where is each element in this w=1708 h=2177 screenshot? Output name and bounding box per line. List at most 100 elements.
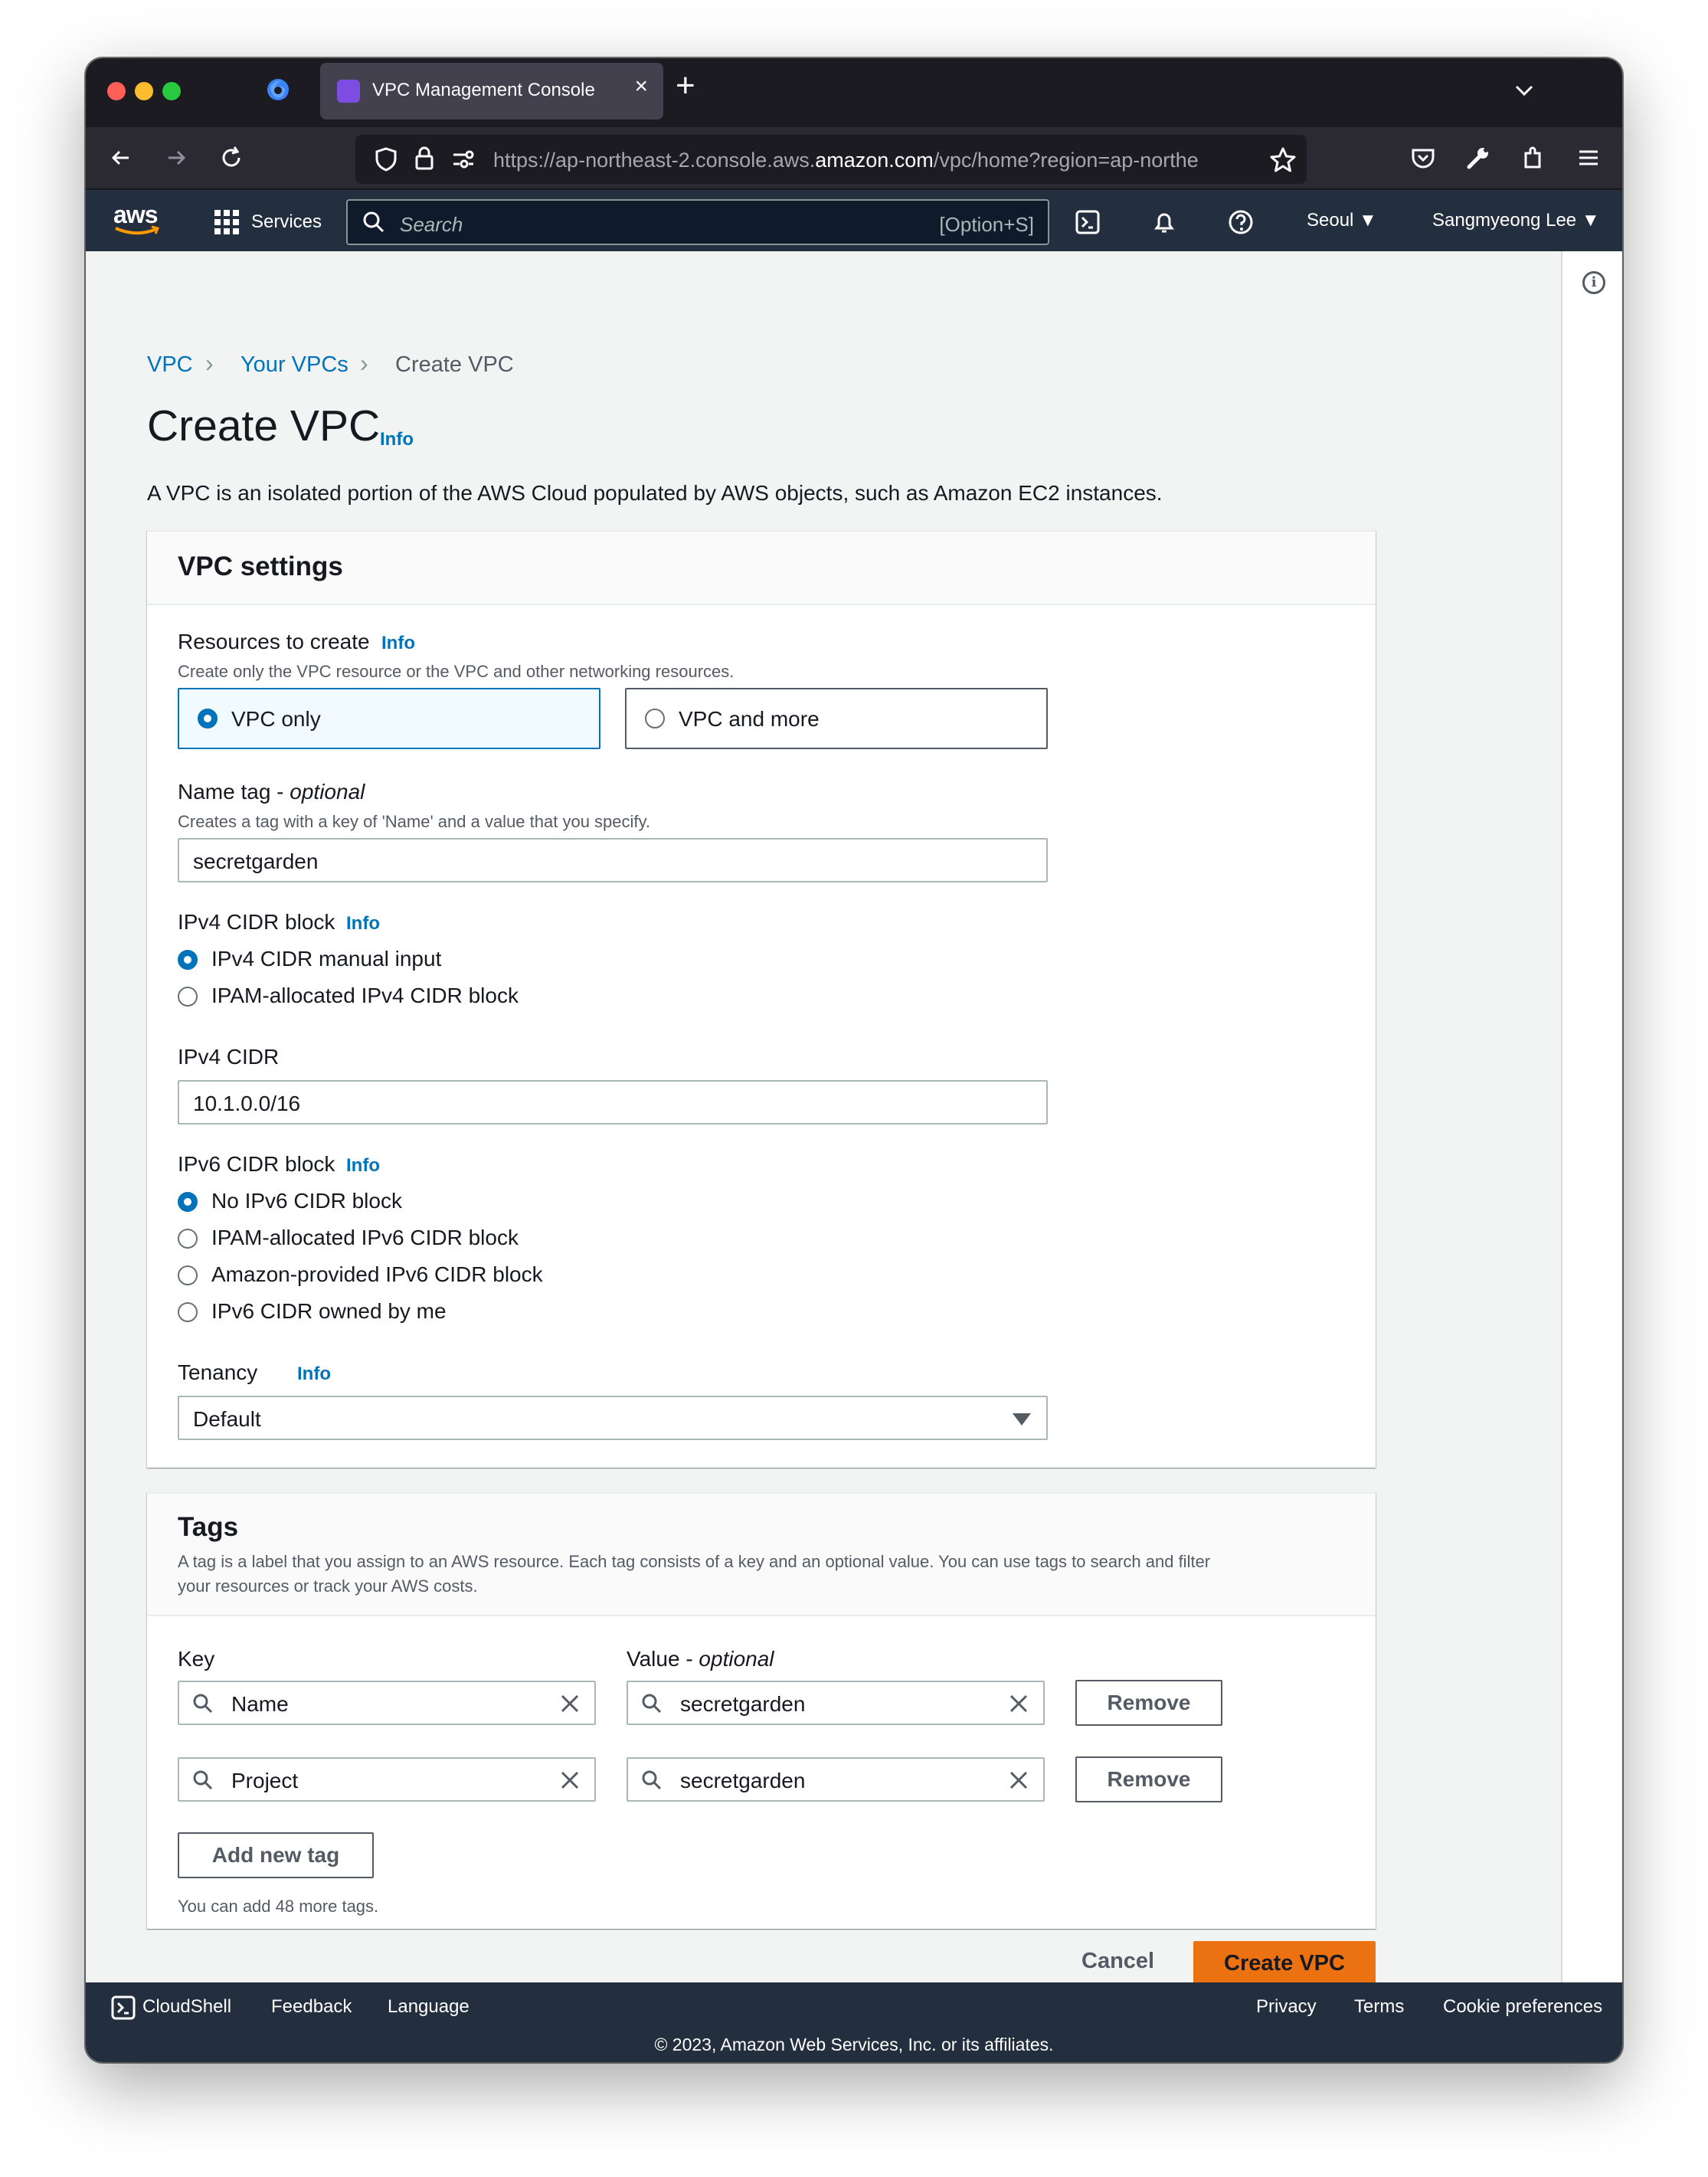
close-window-button[interactable] [107,82,126,100]
console-search-input[interactable]: Search [Option+S] [346,199,1049,245]
footer-privacy-link[interactable]: Privacy [1256,1996,1317,2018]
ipv4-ipam-label[interactable]: IPAM-allocated IPv4 CIDR block [211,984,519,1008]
footer-cookie-preferences-link[interactable]: Cookie preferences [1443,1996,1602,2018]
ipv6-amazon-radio[interactable] [178,1265,198,1285]
tag-value-input[interactable]: secretgarden [627,1757,1045,1802]
region-selector[interactable]: Seoul ▼ [1307,210,1377,231]
ipv6-ipam-radio[interactable] [178,1229,198,1249]
hamburger-menu-icon[interactable] [1573,142,1604,173]
tag-key-input[interactable]: Name [178,1681,596,1725]
lock-icon[interactable] [411,144,438,173]
ipv6-byoip-label[interactable]: IPv6 CIDR owned by me [211,1299,447,1324]
tags-description-line2: your resources or track your AWS costs. [178,1576,478,1596]
tag-value-input[interactable]: secretgarden [627,1681,1045,1725]
browser-nav-bar: https://ap-northeast-2.console.aws.amazo… [86,127,1622,188]
cloudshell-icon[interactable] [110,1995,136,2021]
ipv4-manual-label[interactable]: IPv4 CIDR manual input [211,947,441,971]
resources-description: Create only the VPC resource or the VPC … [178,662,735,681]
wrench-icon[interactable] [1463,142,1494,173]
footer-feedback-link[interactable]: Feedback [271,1996,352,2018]
remove-tag-button[interactable]: Remove [1075,1756,1222,1802]
ipv4-ipam-radio[interactable] [178,987,198,1007]
cloudshell-icon[interactable] [1074,208,1101,236]
tag-key-value: Name [231,1692,289,1716]
forward-arrow-icon[interactable] [161,142,191,173]
tab-close-icon[interactable]: × [634,75,648,98]
aws-smile-icon [115,225,160,235]
vpc-only-option[interactable]: VPC only [178,688,600,749]
name-tag-input[interactable]: secretgarden [178,838,1048,882]
account-menu[interactable]: Sangmyeong Lee ▼ [1432,210,1600,231]
tenancy-info-link[interactable]: Info [297,1363,331,1385]
ipv4-cidr-label: IPv4 CIDR [178,1045,280,1069]
tenancy-label: Tenancy [178,1360,258,1384]
breadcrumb-your-vpcs[interactable]: Your VPCs [240,352,348,378]
page-description: A VPC is an isolated portion of the AWS … [147,481,1163,505]
help-icon[interactable] [1227,208,1255,236]
shield-icon[interactable] [372,146,400,173]
breadcrumb-separator-icon: › [205,349,214,377]
permissions-icon[interactable] [449,146,478,173]
info-panel-icon[interactable]: i [1582,271,1605,294]
new-tab-icon[interactable]: + [676,69,695,103]
ipv4-manual-radio[interactable] [178,950,198,970]
page-info-link[interactable]: Info [380,429,414,450]
maximize-window-button[interactable] [162,82,181,100]
clear-icon[interactable] [558,1768,582,1792]
bookmark-star-icon[interactable] [1268,146,1297,175]
aws-logo[interactable]: aws [113,201,162,239]
back-arrow-icon[interactable] [106,142,136,173]
cancel-button[interactable]: Cancel [1081,1949,1154,1974]
ipv6-byoip-radio[interactable] [178,1302,198,1322]
ipv6-block-info-link[interactable]: Info [346,1155,380,1177]
tab-vpc-console[interactable]: VPC Management Console × [320,63,663,119]
chevron-down-icon[interactable] [1509,75,1539,106]
ipv6-ipam-label[interactable]: IPAM-allocated IPv6 CIDR block [211,1226,519,1250]
tags-description-line1: A tag is a label that you assign to an A… [178,1552,1211,1571]
search-icon [363,211,384,233]
clear-icon[interactable] [1006,1768,1031,1792]
help-panel-rail: i [1561,251,1622,1982]
services-menu-button[interactable]: Services [214,207,322,237]
remove-tag-button[interactable]: Remove [1075,1680,1222,1726]
url-domain: amazon.com [815,149,934,172]
add-new-tag-button[interactable]: Add new tag [178,1832,374,1878]
vpc-favicon-icon [337,80,360,103]
services-label: Services [251,211,322,232]
caret-down-icon [1013,1413,1031,1426]
resources-info-link[interactable]: Info [381,633,415,654]
address-bar[interactable]: https://ap-northeast-2.console.aws.amazo… [355,135,1307,184]
create-vpc-button[interactable]: Create VPC [1193,1941,1376,1985]
reload-icon[interactable] [216,142,247,173]
tenancy-value: Default [193,1407,261,1431]
browser-window: VPC Management Console × + https://ap-no… [86,58,1622,2062]
vpc-and-more-radio[interactable] [645,709,665,728]
ipv6-none-label[interactable]: No IPv6 CIDR block [211,1189,402,1213]
pocket-icon[interactable] [1408,142,1438,173]
ipv6-block-label: IPv6 CIDR block [178,1152,335,1176]
tag-key-input[interactable]: Project [178,1757,596,1802]
breadcrumb-vpc[interactable]: VPC [147,352,193,378]
footer-terms-link[interactable]: Terms [1354,1996,1404,2018]
main-content: VPC › Your VPCs › Create VPC Create VPC … [86,251,1561,1985]
vpc-and-more-option[interactable]: VPC and more [625,688,1048,749]
vpc-settings-panel: VPC settings Resources to create Info Cr… [147,530,1376,1468]
clear-icon[interactable] [1006,1691,1031,1716]
ipv6-amazon-label[interactable]: Amazon-provided IPv6 CIDR block [211,1262,543,1287]
ipv6-none-radio[interactable] [178,1192,198,1212]
vpc-and-more-label: VPC and more [679,707,820,731]
clear-icon[interactable] [558,1691,582,1716]
search-placeholder: Search [400,213,463,236]
vpc-only-radio[interactable] [198,709,218,728]
name-tag-label-text: Name tag - [178,780,290,804]
notifications-bell-icon[interactable] [1150,208,1178,236]
extensions-icon[interactable] [1518,142,1549,173]
firefox-view-icon[interactable] [265,77,291,103]
ipv4-cidr-value: 10.1.0.0/16 [193,1092,301,1115]
footer-cloudshell-link[interactable]: CloudShell [142,1996,231,2018]
ipv4-block-info-link[interactable]: Info [346,913,380,935]
footer-language-link[interactable]: Language [388,1996,470,2018]
tenancy-select[interactable]: Default [178,1396,1048,1440]
ipv4-cidr-input[interactable]: 10.1.0.0/16 [178,1080,1048,1125]
minimize-window-button[interactable] [135,82,153,100]
